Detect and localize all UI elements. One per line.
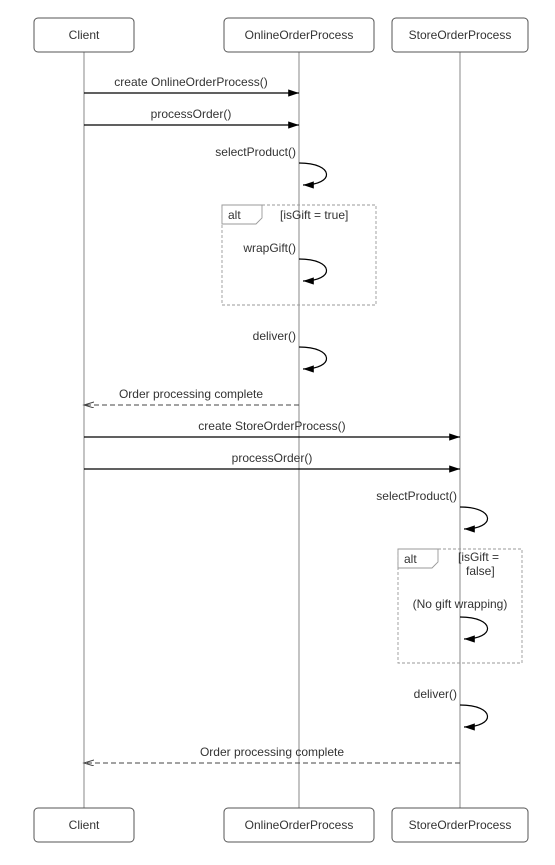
msg-order-complete-online-label: Order processing complete	[119, 387, 263, 401]
msg-create-store-label: create StoreOrderProcess()	[198, 419, 345, 433]
msg-select-product-store	[460, 507, 488, 529]
msg-wrap-gift-label: wrapGift()	[242, 241, 296, 255]
msg-deliver-online	[299, 347, 327, 369]
msg-select-product-online	[299, 163, 327, 185]
msg-deliver-store-label: deliver()	[414, 687, 457, 701]
participant-label: OnlineOrderProcess	[245, 818, 354, 832]
alt-guard-online: [isGift = true]	[280, 208, 348, 222]
msg-deliver-store	[460, 705, 488, 727]
participant-label: OnlineOrderProcess	[245, 28, 354, 42]
alt-label: alt	[404, 552, 417, 566]
participant-label: StoreOrderProcess	[409, 28, 512, 42]
msg-no-gift-label: (No gift wrapping)	[413, 597, 508, 611]
msg-wrap-gift	[299, 259, 327, 281]
msg-deliver-online-label: deliver()	[253, 329, 296, 343]
msg-process-order-store-label: processOrder()	[232, 451, 313, 465]
participant-label: Client	[69, 818, 100, 832]
msg-no-gift	[460, 617, 488, 639]
sequence-diagram: Client OnlineOrderProcess StoreOrderProc…	[0, 0, 555, 860]
msg-create-online-label: create OnlineOrderProcess()	[114, 75, 267, 89]
msg-process-order-online-label: processOrder()	[151, 107, 232, 121]
alt-guard-store-line1: [isGift =	[458, 550, 499, 564]
alt-guard-store-line2: false]	[466, 564, 495, 578]
msg-select-product-store-label: selectProduct()	[376, 489, 457, 503]
participant-label: Client	[69, 28, 100, 42]
msg-order-complete-store-label: Order processing complete	[200, 745, 344, 759]
participant-label: StoreOrderProcess	[409, 818, 512, 832]
alt-label: alt	[228, 208, 241, 222]
msg-select-product-online-label: selectProduct()	[215, 145, 296, 159]
